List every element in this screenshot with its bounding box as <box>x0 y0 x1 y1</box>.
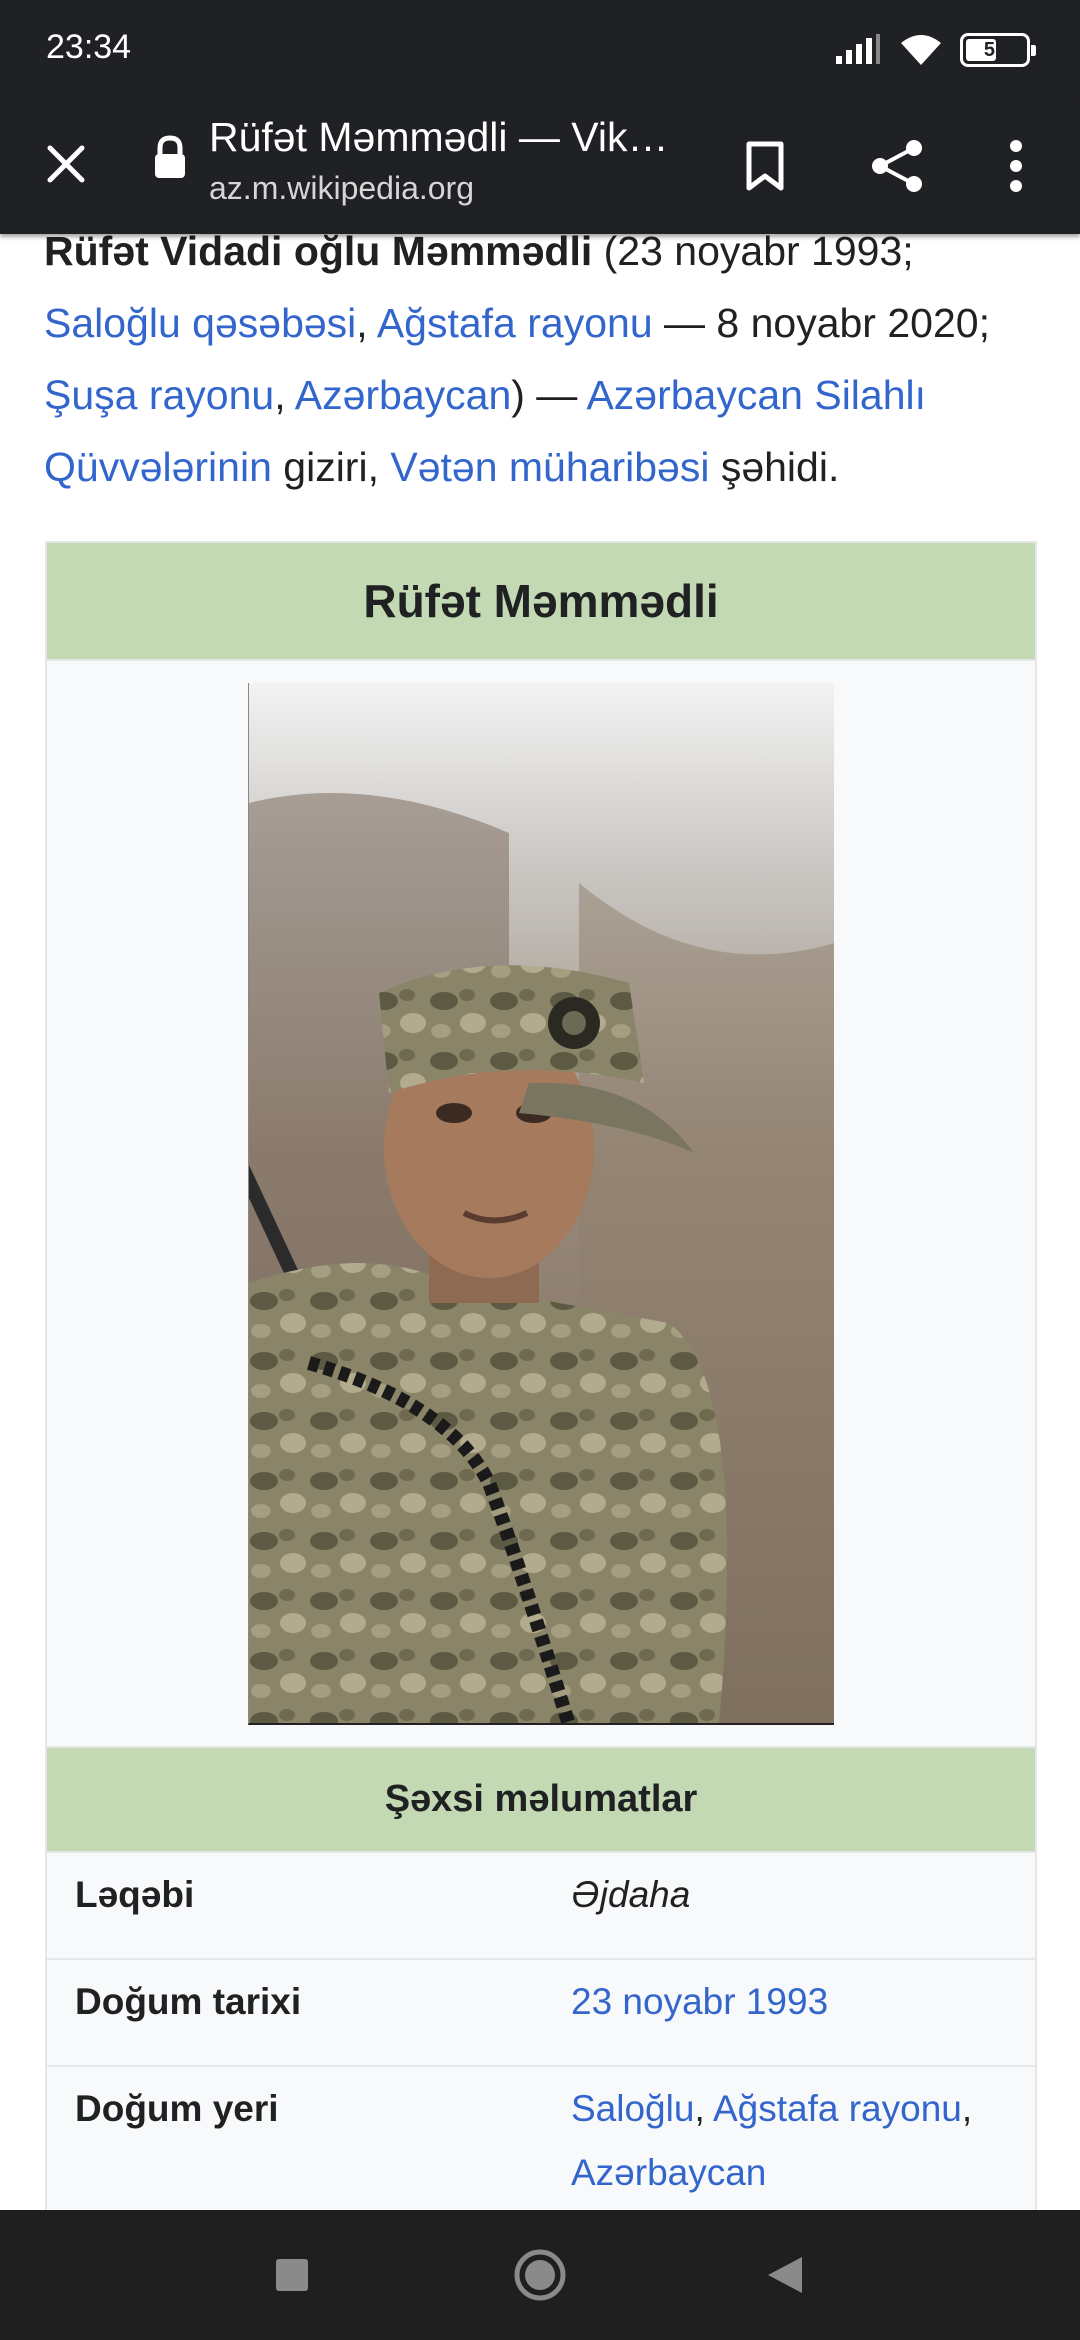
lock-icon[interactable] <box>150 134 190 182</box>
bookmark-icon <box>746 141 784 191</box>
page-title[interactable]: Rüfət Məmmədli — Vik… <box>209 114 689 161</box>
more-options-button[interactable] <box>976 126 1056 206</box>
recents-square-icon <box>276 2259 308 2291</box>
row-label: Doğum yeri <box>75 2088 279 2129</box>
link-saloglu[interactable]: Saloğlu <box>571 2088 694 2129</box>
link-agstafa[interactable]: Ağstafa rayonu <box>713 2088 962 2129</box>
wifi-icon <box>901 35 941 65</box>
more-vert-icon <box>1010 140 1022 192</box>
article-lead-paragraph: Rüfət Vidadi oğlu Məmmədli (23 noyabr 19… <box>44 215 1044 503</box>
home-circle-icon <box>514 2249 566 2301</box>
link-azerbaycan[interactable]: Azərbaycan <box>295 372 512 418</box>
infobox-row-birth-place: Doğum yeri Saloğlu, Ağstafa rayonu, Azərb… <box>47 2067 1035 2210</box>
nickname-value: Əjdaha <box>571 1874 691 1915</box>
lead-comma: , <box>274 372 295 418</box>
row-value: Saloğlu, Ağstafa rayonu, Azərbaycan <box>571 2077 1011 2205</box>
infobox-section-personal-info: Şəxsi məlumatlar <box>47 1746 1035 1853</box>
link-veten-muharibesi[interactable]: Vətən müharibəsi <box>390 444 709 490</box>
back-button[interactable] <box>735 2245 835 2305</box>
portrait-image <box>249 683 834 1723</box>
browser-toolbar: Rüfət Məmmədli — Vik… az.m.wikipedia.org <box>0 100 1080 234</box>
article-content: Rüfət Vidadi oğlu Məmmədli (23 noyabr 19… <box>0 0 1080 2210</box>
link-saloglu-qesebesi[interactable]: Saloğlu qəsəbəsi <box>44 300 356 346</box>
infobox-row-birth-date: Doğum tarixi 23 noyabr 1993 <box>47 1960 1035 2067</box>
lead-death-text: — 8 noyabr 2020; <box>652 300 990 346</box>
infobox-row-nickname: Ləqəbi Əjdaha <box>47 1853 1035 1960</box>
lead-dash-text: ) — <box>511 372 587 418</box>
infobox-portrait-photo[interactable] <box>248 683 834 1725</box>
bookmark-button[interactable] <box>725 126 805 206</box>
lead-rank-text: giziri, <box>271 444 391 490</box>
battery-icon: 55 <box>960 33 1036 67</box>
share-icon <box>872 140 922 192</box>
page-url[interactable]: az.m.wikipedia.org <box>209 170 474 207</box>
infobox: Rüfət Məmmədli Şəxsi məlumatlar Ləqəbi Ə… <box>45 541 1037 2210</box>
row-label: Doğum tarixi <box>75 1981 302 2022</box>
battery-level: 55 <box>983 38 1007 61</box>
home-button[interactable] <box>490 2245 590 2305</box>
row-value: Əjdaha <box>571 1863 1011 1927</box>
value-separator: , <box>694 2088 713 2129</box>
close-tab-button[interactable] <box>30 128 102 200</box>
close-icon <box>47 145 85 183</box>
status-icons: 55 <box>834 30 1036 70</box>
status-bar: 23:34 55 <box>0 0 1080 100</box>
lead-subject-name: Rüfət Vidadi oğlu Məmmədli <box>44 228 593 274</box>
row-value: 23 noyabr 1993 <box>571 1970 1011 2034</box>
system-navigation-bar <box>0 2210 1080 2340</box>
infobox-title: Rüfət Məmmədli <box>47 543 1035 661</box>
lead-comma: , <box>356 300 377 346</box>
link-agstafa-rayonu[interactable]: Ağstafa rayonu <box>377 300 653 346</box>
value-separator: , <box>961 2088 973 2129</box>
status-time: 23:34 <box>46 28 132 66</box>
back-triangle-icon <box>768 2257 802 2293</box>
row-label: Ləqəbi <box>75 1874 195 1915</box>
signal-icon <box>836 34 880 64</box>
lead-birth-text: (23 noyabr 1993; <box>592 228 914 274</box>
lead-martyr-text: şəhidi. <box>709 444 840 490</box>
link-susa-rayonu[interactable]: Şuşa rayonu <box>44 372 274 418</box>
recents-button[interactable] <box>242 2245 342 2305</box>
share-button[interactable] <box>858 126 938 206</box>
link-azerbaycan-country[interactable]: Azərbaycan <box>571 2152 766 2193</box>
link-birth-date[interactable]: 23 noyabr 1993 <box>571 1981 828 2022</box>
